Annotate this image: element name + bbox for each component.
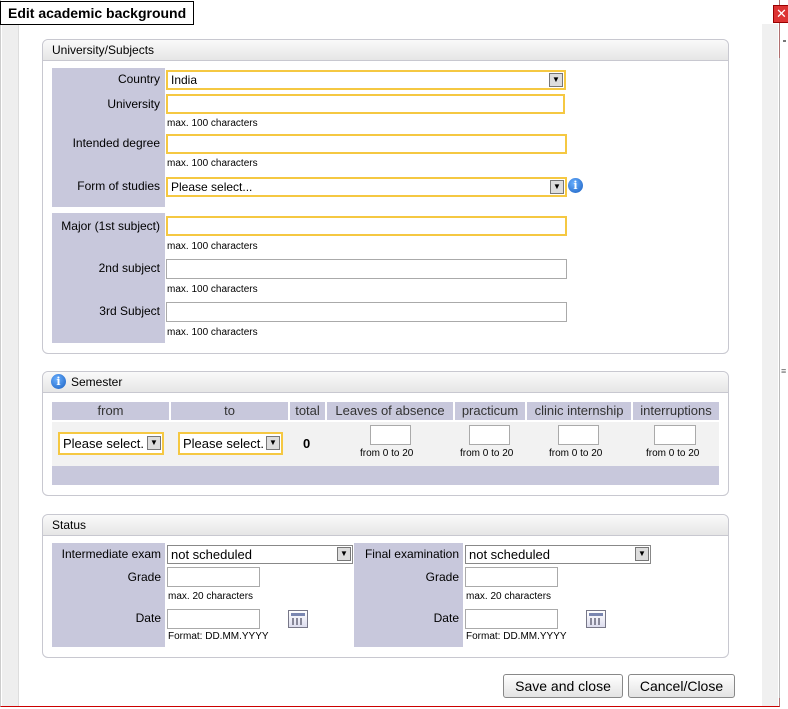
scroll-marker: [783, 40, 786, 42]
intermediate-date-label: Date: [135, 611, 161, 625]
semester-footer-bar: [52, 466, 719, 485]
semester-to-select[interactable]: Please select. ▼: [178, 432, 283, 455]
second-subject-input[interactable]: [166, 259, 567, 279]
status-section-legend: Status: [43, 515, 728, 536]
chevron-down-icon: ▼: [550, 180, 564, 194]
form-of-studies-select[interactable]: Please select... ▼: [166, 177, 567, 197]
country-select[interactable]: India ▼: [166, 70, 566, 90]
semester-section-legend: Semester: [43, 372, 728, 393]
intermediate-exam-label: Intermediate exam: [61, 547, 161, 561]
major-input[interactable]: [166, 216, 567, 236]
info-icon[interactable]: i: [51, 374, 66, 389]
column-from: from: [52, 402, 169, 420]
left-margin: [2, 24, 19, 706]
intermediate-exam-value: not scheduled: [171, 547, 252, 562]
chevron-down-icon: ▼: [549, 73, 563, 87]
final-date-hint: Format: DD.MM.YYYY: [466, 631, 567, 642]
clinic-internship-input[interactable]: [558, 425, 599, 445]
third-subject-hint: max. 100 characters: [167, 327, 258, 338]
major-hint: max. 100 characters: [167, 241, 258, 252]
final-exam-select[interactable]: not scheduled ▼: [465, 545, 651, 564]
save-and-close-button[interactable]: Save and close: [503, 674, 623, 698]
cancel-close-button[interactable]: Cancel/Close: [628, 674, 735, 698]
column-to: to: [171, 402, 288, 420]
final-grade-hint: max. 20 characters: [466, 591, 552, 602]
intermediate-grade-label: Grade: [127, 570, 161, 584]
chevron-down-icon: ▼: [635, 547, 649, 561]
final-grade-label: Grade: [425, 570, 459, 584]
country-label: Country: [117, 72, 160, 86]
scrollbar-grip[interactable]: ≡: [781, 366, 786, 376]
interruptions-hint: from 0 to 20: [646, 448, 700, 459]
intermediate-grade-hint: max. 20 characters: [168, 591, 254, 602]
university-label: University: [107, 97, 160, 111]
semester-legend-text: Semester: [71, 375, 123, 389]
calendar-icon[interactable]: [288, 610, 308, 628]
final-date-label: Date: [433, 611, 459, 625]
major-label: Major (1st subject): [61, 219, 160, 233]
interruptions-input[interactable]: [654, 425, 696, 445]
dialog-title: Edit academic background: [0, 1, 195, 25]
degree-hint: max. 100 characters: [167, 158, 258, 169]
final-grade-input[interactable]: [465, 567, 558, 587]
country-select-value: India: [171, 73, 198, 87]
university-section-legend: University/Subjects: [43, 40, 728, 61]
university-hint: max. 100 characters: [167, 118, 258, 129]
close-icon[interactable]: ✕: [773, 5, 788, 23]
semester-from-value: Please select.: [63, 436, 144, 451]
third-subject-label: 3rd Subject: [99, 304, 160, 318]
final-date-input[interactable]: [465, 609, 558, 629]
leaves-hint: from 0 to 20: [360, 448, 414, 459]
chevron-down-icon: ▼: [147, 436, 161, 450]
info-icon[interactable]: i: [568, 178, 583, 193]
column-practicum: practicum: [455, 402, 525, 420]
chevron-down-icon: ▼: [337, 547, 351, 561]
second-subject-hint: max. 100 characters: [167, 284, 258, 295]
form-of-studies-label: Form of studies: [77, 179, 160, 193]
semester-from-select[interactable]: Please select. ▼: [58, 432, 164, 455]
university-input[interactable]: [166, 94, 565, 114]
scrollbar-track[interactable]: [779, 58, 780, 698]
third-subject-input[interactable]: [166, 302, 567, 322]
calendar-icon[interactable]: [586, 610, 606, 628]
semester-to-value: Please select.: [183, 436, 264, 451]
intermediate-date-hint: Format: DD.MM.YYYY: [168, 631, 269, 642]
practicum-input[interactable]: [469, 425, 510, 445]
column-clinic: clinic internship: [527, 402, 631, 420]
final-exam-value: not scheduled: [469, 547, 550, 562]
clinic-hint: from 0 to 20: [549, 448, 603, 459]
second-subject-label: 2nd subject: [98, 261, 160, 275]
leaves-input[interactable]: [370, 425, 411, 445]
column-interruptions: interruptions: [633, 402, 719, 420]
degree-label: Intended degree: [72, 136, 160, 150]
column-leaves: Leaves of absence: [327, 402, 453, 420]
intermediate-exam-select[interactable]: not scheduled ▼: [167, 545, 353, 564]
column-total: total: [290, 402, 325, 420]
intermediate-date-input[interactable]: [167, 609, 260, 629]
chevron-down-icon: ▼: [266, 436, 280, 450]
right-margin: [762, 24, 778, 706]
practicum-hint: from 0 to 20: [460, 448, 514, 459]
final-exam-label: Final examination: [364, 547, 459, 561]
intermediate-grade-input[interactable]: [167, 567, 260, 587]
semester-total-value: 0: [303, 436, 311, 451]
intended-degree-input[interactable]: [166, 134, 567, 154]
form-of-studies-value: Please select...: [171, 180, 253, 194]
